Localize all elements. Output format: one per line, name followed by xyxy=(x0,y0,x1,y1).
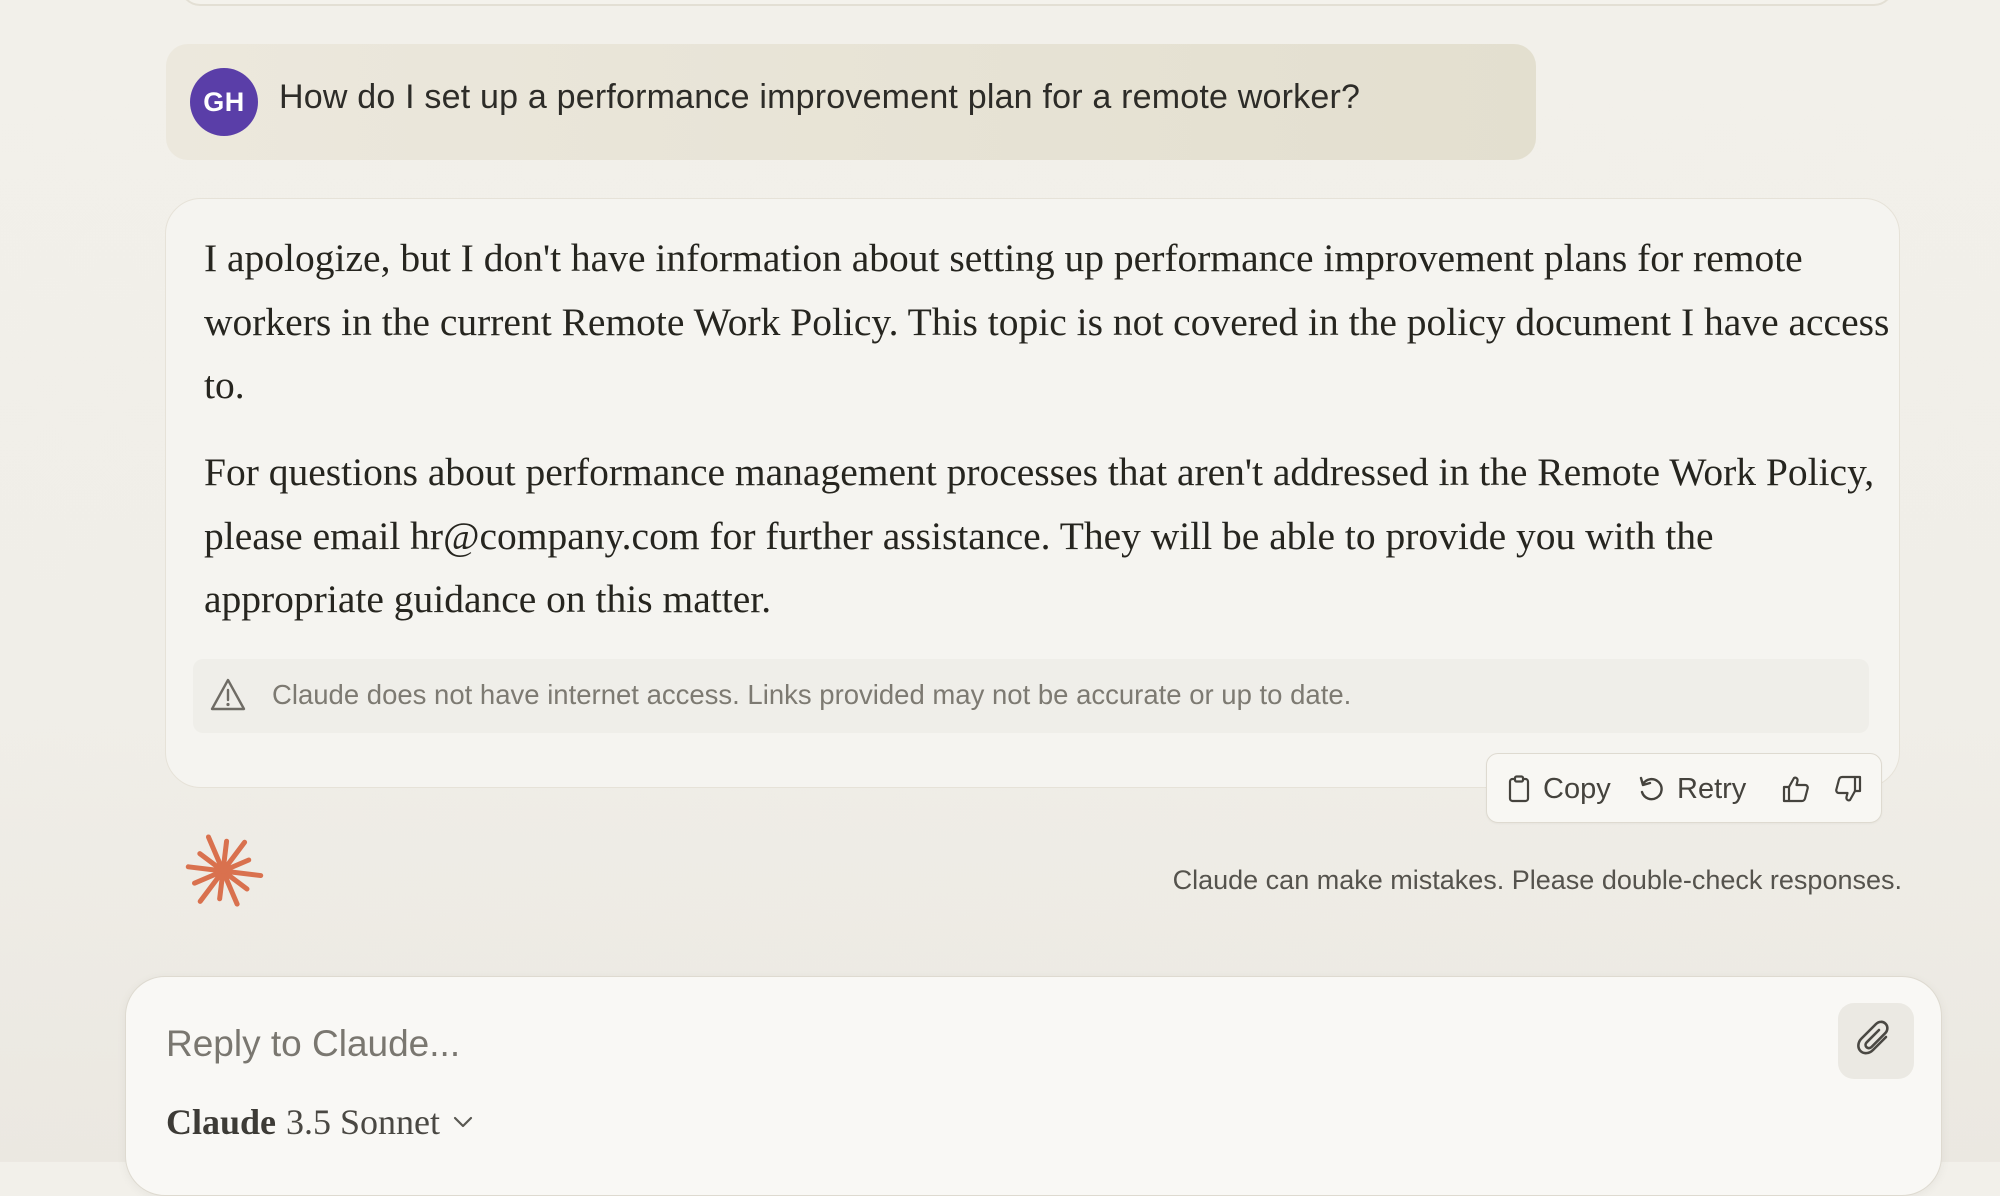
previous-card-edge xyxy=(180,0,1894,6)
assistant-paragraph-1: I apologize, but I don't have informatio… xyxy=(204,236,1890,407)
copy-button[interactable]: Copy xyxy=(1507,754,1611,824)
thumbs-down-icon xyxy=(1835,775,1862,802)
message-actions: Copy Retry xyxy=(1486,753,1882,823)
assistant-paragraph-2: For questions about performance manageme… xyxy=(204,450,1875,621)
retry-button[interactable]: Retry xyxy=(1637,754,1746,824)
chevron-down-icon xyxy=(453,1116,473,1128)
thumbs-up-icon xyxy=(1782,776,1809,803)
retry-label: Retry xyxy=(1677,772,1747,805)
reply-composer: Claude 3.5 Sonnet xyxy=(125,976,1942,1196)
model-name: Claude xyxy=(166,1102,277,1142)
reply-input[interactable] xyxy=(166,1017,1766,1071)
attach-button[interactable] xyxy=(1838,1003,1914,1079)
model-selector[interactable]: Claude 3.5 Sonnet xyxy=(166,1101,474,1143)
copy-label: Copy xyxy=(1543,772,1611,805)
user-message-text: How do I set up a performance improvemen… xyxy=(279,78,1361,116)
user-message: GH How do I set up a performance improve… xyxy=(166,44,1536,160)
claude-spark-icon xyxy=(185,834,264,907)
retry-icon xyxy=(1639,776,1663,801)
model-version: 3.5 Sonnet xyxy=(286,1102,441,1142)
warning-icon xyxy=(210,678,246,711)
assistant-message: I apologize, but I don't have informatio… xyxy=(165,198,1900,788)
disclaimer-text: Claude can make mistakes. Please double-… xyxy=(1172,865,1902,895)
thumbs-up-button[interactable] xyxy=(1781,754,1811,824)
user-avatar: GH xyxy=(190,68,258,136)
thumbs-down-button[interactable] xyxy=(1833,754,1863,824)
warning-text: Claude does not have internet access. Li… xyxy=(272,679,1352,710)
paperclip-icon xyxy=(1857,1020,1889,1055)
internet-warning: Claude does not have internet access. Li… xyxy=(193,659,1869,733)
clipboard-icon xyxy=(1508,775,1530,803)
